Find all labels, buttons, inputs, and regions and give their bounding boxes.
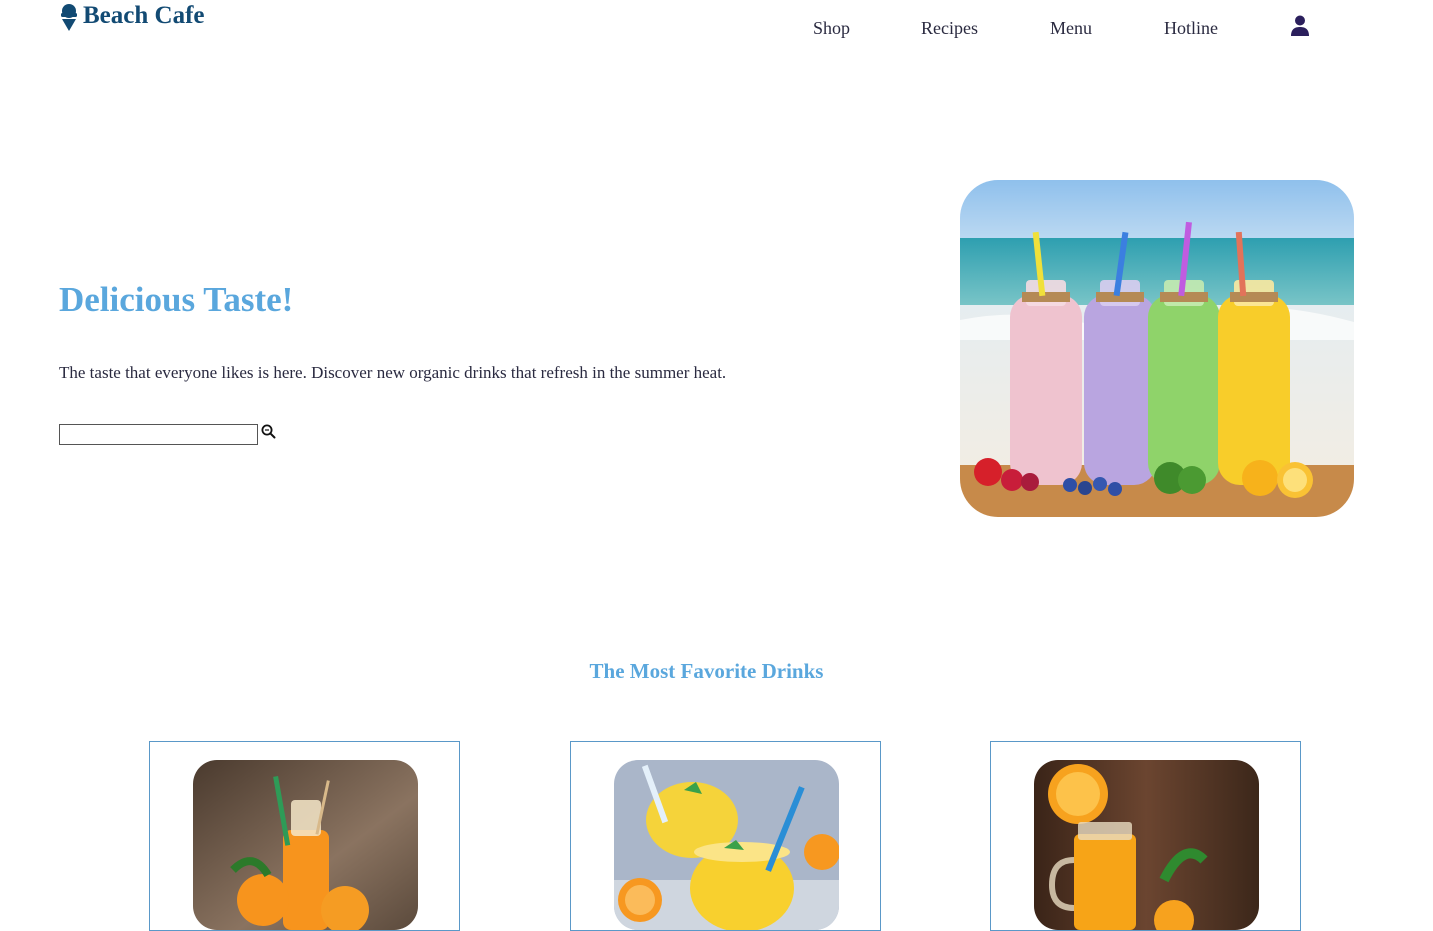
drink-image-mango-slush xyxy=(614,760,839,930)
hero-description: The taste that everyone likes is here. D… xyxy=(59,363,727,382)
drink-image-orange-juice-bottle xyxy=(193,760,418,930)
nav-recipes[interactable]: Recipes xyxy=(921,17,978,39)
nav-menu[interactable]: Menu xyxy=(1050,17,1092,39)
nav-shop[interactable]: Shop xyxy=(813,17,850,39)
favorites-title: The Most Favorite Drinks xyxy=(589,659,824,683)
nav-hotline[interactable]: Hotline xyxy=(1164,17,1218,39)
hero-image-smoothies xyxy=(960,180,1354,517)
main-nav: Shop Recipes Menu Hotline xyxy=(0,17,1433,39)
search-input[interactable] xyxy=(59,424,258,445)
drink-image-orange-juice-jar xyxy=(1034,760,1259,930)
drink-card[interactable] xyxy=(149,741,460,931)
drink-card[interactable] xyxy=(570,741,881,931)
user-icon[interactable] xyxy=(1290,15,1310,36)
drink-card[interactable] xyxy=(990,741,1301,931)
hero-title: Delicious Taste! xyxy=(59,280,294,319)
search-icon[interactable] xyxy=(261,424,276,439)
